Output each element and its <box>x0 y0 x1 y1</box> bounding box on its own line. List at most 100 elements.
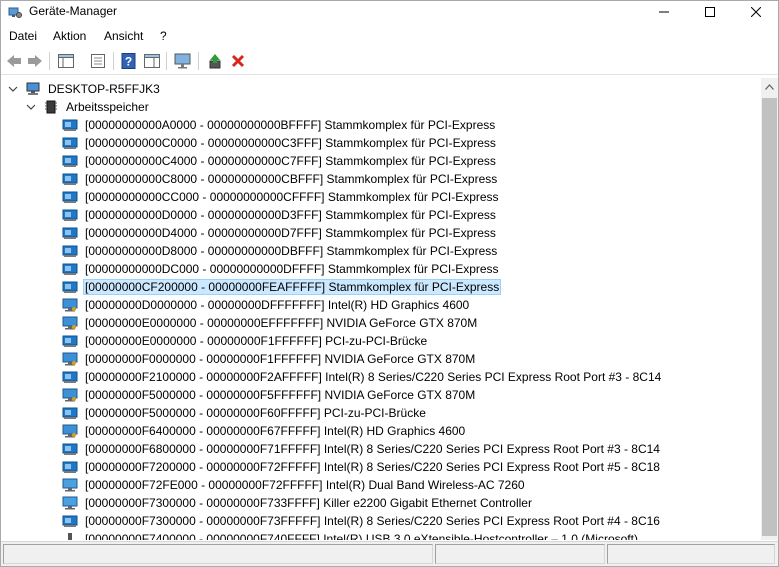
pci-icon <box>62 443 78 455</box>
tree-item-label: [00000000000DC000 - 00000000000DFFFF] St… <box>83 261 501 277</box>
tree-item[interactable]: [00000000000D4000 - 00000000000D7FFF] St… <box>62 224 498 242</box>
chevron-down-icon[interactable] <box>25 101 37 113</box>
device-manager-app-icon <box>8 7 22 18</box>
tree-category-memory[interactable]: Arbeitsspeicher <box>25 98 151 116</box>
tree-root-label: DESKTOP-R5FFJK3 <box>48 82 160 96</box>
show-hide-tree-button[interactable] <box>56 51 76 71</box>
memory-range: [00000000F5000000 - 00000000F60FFFFF] <box>85 406 321 420</box>
memory-range: [00000000000C8000 - 00000000000CBFFF] <box>85 172 324 186</box>
device-name: Intel(R) HD Graphics 4600 <box>323 424 466 438</box>
tree-item[interactable]: [00000000CF200000 - 00000000FEAFFFFF] St… <box>62 278 502 296</box>
tree-item[interactable]: [00000000000D8000 - 00000000000DBFFF] St… <box>62 242 499 260</box>
device-name: Killer e2200 Gigabit Ethernet Controller <box>323 496 532 510</box>
pci-icon <box>62 119 78 131</box>
device-name: NVIDIA GeForce GTX 870M <box>324 388 476 402</box>
memory-range: [00000000000C0000 - 00000000000C3FFF] <box>85 136 322 150</box>
tree-item[interactable]: [00000000F6800000 - 00000000F71FFFFF] In… <box>62 440 662 458</box>
show-hide-tree-icon <box>58 54 74 68</box>
tree-item[interactable]: [00000000000CC000 - 00000000000CFFFF] St… <box>62 188 501 206</box>
tree-item[interactable]: [00000000F7300000 - 00000000F73FFFFF] In… <box>62 512 662 530</box>
memory-range: [00000000000D4000 - 00000000000D7FFF] <box>85 226 322 240</box>
memory-range: [00000000F72FE000 - 00000000F72FFFFF] <box>85 478 323 492</box>
tree-item[interactable]: [00000000F5000000 - 00000000F5FFFFFF] NV… <box>62 386 477 404</box>
menu-ansicht[interactable]: Ansicht <box>104 29 143 43</box>
device-manager-window: Geräte-Manager Datei Aktion Ansicht ? ? … <box>0 0 779 567</box>
close-button[interactable] <box>733 1 779 23</box>
close-icon <box>751 7 761 17</box>
tree-item[interactable]: [00000000D0000000 - 00000000DFFFFFFF] In… <box>62 296 471 314</box>
window-title: Geräte-Manager <box>29 4 118 18</box>
menu-aktion[interactable]: Aktion <box>53 29 86 43</box>
title-bar: Geräte-Manager <box>1 1 778 23</box>
tree-category-label: Arbeitsspeicher <box>66 100 149 114</box>
forward-button[interactable] <box>25 51 45 71</box>
tree-item[interactable]: [00000000000C8000 - 00000000000CBFFF] St… <box>62 170 499 188</box>
tree-item-label: [00000000F7300000 - 00000000F73FFFFF] In… <box>83 513 662 529</box>
device-name: Stammkomplex für PCI-Express <box>325 226 496 240</box>
device-name: Intel(R) USB 3.0 eXtensible-Hostcontroll… <box>323 532 638 540</box>
update-driver-button[interactable] <box>205 51 225 71</box>
device-name: Stammkomplex für PCI-Express <box>326 172 498 186</box>
device-tree[interactable]: DESKTOP-R5FFJK3 Arbeitsspeicher [0000000… <box>2 78 761 540</box>
toolbar: ? <box>1 47 778 75</box>
tree-item[interactable]: [00000000F7300000 - 00000000F733FFFF] Ki… <box>62 494 534 512</box>
device-name: Stammkomplex für PCI-Express <box>324 118 496 132</box>
menu-help[interactable]: ? <box>160 29 167 43</box>
tree-item[interactable]: [00000000F0000000 - 00000000F1FFFFFF] NV… <box>62 350 477 368</box>
tree-item[interactable]: [00000000000D0000 - 00000000000D3FFF] St… <box>62 206 498 224</box>
tree-item-label: [00000000000D0000 - 00000000000D3FFF] St… <box>83 207 498 223</box>
tree-item-label: [00000000E0000000 - 00000000EFFFFFFF] NV… <box>83 315 479 331</box>
tree-item-label: [00000000000D8000 - 00000000000DBFFF] St… <box>83 243 499 259</box>
scan-hardware-button[interactable] <box>173 51 193 71</box>
maximize-button[interactable] <box>687 1 733 23</box>
tree-item[interactable]: [00000000000C0000 - 00000000000C3FFF] St… <box>62 134 498 152</box>
memory-range: [00000000000A0000 - 00000000000BFFFF] <box>85 118 322 132</box>
chevron-down-icon[interactable] <box>7 83 19 95</box>
memory-range: [00000000F7200000 - 00000000F72FFFFF] <box>85 460 321 474</box>
minimize-button[interactable] <box>641 1 687 23</box>
tree-item-label: [00000000F7400000 - 00000000F740FFFF] In… <box>83 531 640 540</box>
device-name: Intel(R) 8 Series/C220 Series PCI Expres… <box>325 370 662 384</box>
display-icon <box>62 424 78 438</box>
pci-icon <box>62 335 78 347</box>
tree-item[interactable]: [00000000F2100000 - 00000000F2AFFFFF] In… <box>62 368 663 386</box>
toolbar-separator <box>49 52 50 70</box>
tree-item[interactable]: [00000000F6400000 - 00000000F67FFFFF] In… <box>62 422 467 440</box>
tree-item-label: [00000000000A0000 - 00000000000BFFFF] St… <box>83 117 497 133</box>
memory-range: [00000000E0000000 - 00000000EFFFFFFF] <box>85 316 324 330</box>
scroll-up-button[interactable] <box>761 78 778 95</box>
minimize-icon <box>659 11 669 13</box>
device-name: NVIDIA GeForce GTX 870M <box>326 316 478 330</box>
pci-icon <box>62 281 78 293</box>
memory-range: [00000000F7300000 - 00000000F733FFFF] <box>85 496 320 510</box>
back-button[interactable] <box>4 51 24 71</box>
tree-item[interactable]: [00000000000A0000 - 00000000000BFFFF] St… <box>62 116 497 134</box>
view-button[interactable] <box>142 51 162 71</box>
menu-datei[interactable]: Datei <box>9 29 37 43</box>
tree-item[interactable]: [00000000F5000000 - 00000000F60FFFFF] PC… <box>62 404 428 422</box>
pci-icon <box>62 407 78 419</box>
uninstall-icon <box>231 54 245 68</box>
memory-range: [00000000CF200000 - 00000000FEAFFFFF] <box>85 280 326 294</box>
tree-item[interactable]: [00000000F7200000 - 00000000F72FFFFF] In… <box>62 458 662 476</box>
device-name: Intel(R) 8 Series/C220 Series PCI Expres… <box>323 442 660 456</box>
pci-icon <box>62 191 78 203</box>
tree-item[interactable]: [00000000E0000000 - 00000000EFFFFFFF] NV… <box>62 314 479 332</box>
memory-range: [00000000D0000000 - 00000000DFFFFFFF] <box>85 298 325 312</box>
help-button[interactable]: ? <box>119 51 139 71</box>
tree-item[interactable]: [00000000E0000000 - 00000000F1FFFFFF] PC… <box>62 332 429 350</box>
uninstall-button[interactable] <box>228 51 248 71</box>
scrollbar-thumb[interactable] <box>762 98 777 536</box>
pci-icon <box>62 155 78 167</box>
device-name: NVIDIA GeForce GTX 870M <box>324 352 476 366</box>
update-driver-icon <box>209 54 221 69</box>
tree-item-label: [00000000F2100000 - 00000000F2AFFFFF] In… <box>83 369 663 385</box>
properties-button[interactable] <box>88 51 108 71</box>
device-name: Stammkomplex für PCI-Express <box>327 190 499 204</box>
tree-item[interactable]: [00000000000DC000 - 00000000000DFFFF] St… <box>62 260 501 278</box>
vertical-scrollbar[interactable] <box>761 78 778 540</box>
tree-item[interactable]: [00000000F7400000 - 00000000F740FFFF] In… <box>62 530 640 540</box>
tree-item[interactable]: [00000000000C4000 - 00000000000C7FFF] St… <box>62 152 498 170</box>
tree-item[interactable]: [00000000F72FE000 - 00000000F72FFFFF] In… <box>62 476 527 494</box>
tree-root[interactable]: DESKTOP-R5FFJK3 <box>7 80 162 98</box>
